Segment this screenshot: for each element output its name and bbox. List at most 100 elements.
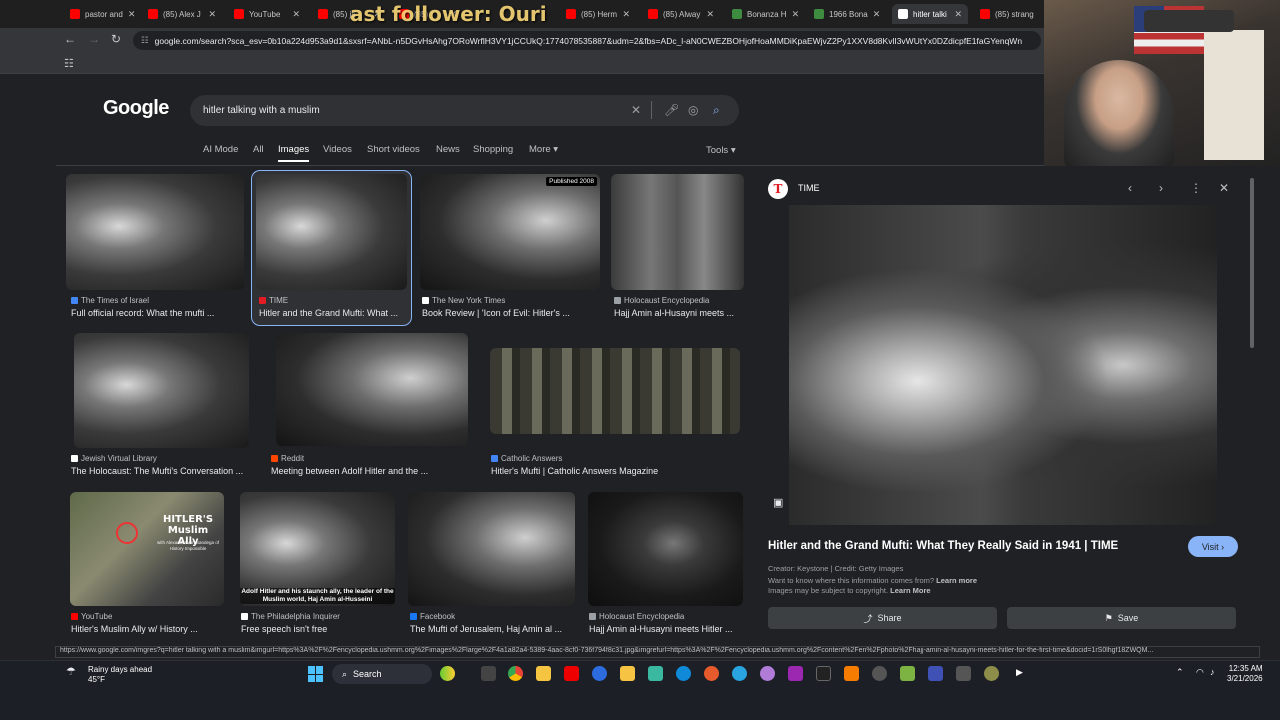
result-caption[interactable]: Hajj Amin al-Husayni meets Hitler ... [589, 624, 741, 634]
save-button[interactable]: ⚑ Save [1007, 607, 1236, 629]
preview-source-name[interactable]: TIME [798, 183, 820, 193]
more-options-icon[interactable]: ⋮ [1190, 181, 1202, 195]
app-icon[interactable] [844, 666, 859, 681]
volume-icon[interactable]: ♪ [1210, 667, 1215, 677]
app-icon[interactable] [956, 666, 971, 681]
tools-button[interactable]: Tools ▾ [706, 145, 736, 156]
previous-icon[interactable]: ‹ [1128, 181, 1132, 195]
chrome-icon[interactable] [508, 666, 523, 681]
preview-title[interactable]: Hitler and the Grand Mufti: What They Re… [768, 540, 1118, 552]
app-icon[interactable] [984, 666, 999, 681]
search-box[interactable]: hitler talking with a muslim ✕ 🎤︎ ◎ ⌕ [190, 95, 739, 126]
apps-grid-icon[interactable]: ☷ [64, 57, 74, 70]
image-result[interactable]: Facebook The Mufti of Jerusalem, Haj Ami… [408, 492, 576, 636]
tab-close-icon[interactable]: ✕ [1039, 9, 1040, 20]
wifi-icon[interactable]: ◠ [1196, 667, 1204, 678]
address-bar[interactable]: ☷ google.com/search?sca_esv=0b10a224d953… [133, 31, 1041, 50]
result-caption[interactable]: Hitler's Mufti | Catholic Answers Magazi… [491, 466, 741, 476]
tab-close-icon[interactable]: ✕ [128, 9, 136, 20]
app-icon[interactable] [732, 666, 747, 681]
next-icon[interactable]: › [1159, 181, 1163, 195]
preview-image[interactable] [789, 205, 1217, 525]
tab-close-icon[interactable]: ✕ [706, 9, 714, 20]
result-thumbnail[interactable]: HITLER'S Muslim Ally with Alexander von … [70, 492, 224, 606]
messenger-icon[interactable] [592, 666, 607, 681]
result-thumbnail[interactable] [66, 174, 244, 290]
image-result-selected[interactable]: TIME Hitler and the Grand Mufti: What ..… [251, 170, 412, 326]
weather-widget[interactable]: Rainy days ahead 45°F [88, 665, 152, 685]
tray-chevron-icon[interactable]: ⌃ [1176, 667, 1184, 678]
image-result[interactable]: Jewish Virtual Library The Holocaust: Th… [70, 333, 252, 478]
result-thumbnail[interactable] [490, 348, 740, 434]
result-caption[interactable]: Book Review | 'Icon of Evil: Hitler's ..… [422, 308, 600, 318]
learn-more-link[interactable]: Learn more [936, 576, 977, 585]
start-button[interactable] [308, 666, 324, 682]
browser-tab[interactable]: (85) strang ✕ [974, 4, 1040, 24]
copyright-learn-more-link[interactable]: Learn More [890, 586, 930, 595]
reload-icon[interactable]: ↻ [111, 32, 121, 46]
filter-short-videos[interactable]: Short videos [367, 144, 420, 155]
tab-close-icon[interactable]: ✕ [873, 9, 881, 20]
result-caption[interactable]: Meeting between Adolf Hitler and the ... [271, 466, 466, 476]
image-result[interactable]: The Times of Israel Full official record… [66, 174, 246, 322]
file-explorer-icon[interactable] [536, 666, 551, 681]
search-icon[interactable]: ⌕ [713, 103, 720, 118]
result-caption[interactable]: Free speech isn't free [241, 624, 395, 634]
filter-all[interactable]: All [253, 144, 264, 155]
result-caption[interactable]: Hitler and the Grand Mufti: What ... [259, 308, 407, 318]
app-icon[interactable] [928, 666, 943, 681]
app-icon[interactable] [648, 666, 663, 681]
terminal-icon[interactable] [816, 666, 831, 681]
filter-videos[interactable]: Videos [323, 144, 352, 155]
image-result[interactable]: Holocaust Encyclopedia Hajj Amin al-Husa… [611, 174, 745, 322]
result-thumbnail[interactable] [74, 333, 249, 448]
browser-tab[interactable]: pastor and ✕ [64, 4, 136, 24]
google-logo[interactable]: Google [103, 97, 169, 120]
clear-icon[interactable]: ✕ [631, 103, 641, 117]
source-logo[interactable]: T [768, 179, 788, 199]
image-result[interactable]: HITLER'S Muslim Ally with Alexander von … [70, 492, 226, 636]
scrollbar-thumb[interactable] [1250, 178, 1254, 348]
task-view-icon[interactable] [481, 666, 496, 681]
browser-tab[interactable]: YouTube ✕ [228, 4, 306, 24]
tab-close-icon[interactable]: ✕ [622, 9, 630, 20]
back-icon[interactable]: ← [64, 32, 76, 46]
forward-icon[interactable]: → [88, 32, 100, 46]
result-thumbnail[interactable] [408, 492, 575, 606]
filter-images[interactable]: Images [278, 144, 310, 162]
result-thumbnail[interactable]: Published 2008 [420, 174, 600, 290]
result-caption[interactable]: The Holocaust: The Mufti's Conversation … [71, 466, 251, 476]
image-result[interactable]: Holocaust Encyclopedia Hajj Amin al-Husa… [588, 492, 744, 636]
youtube-icon[interactable] [564, 666, 579, 681]
firefox-icon[interactable] [704, 666, 719, 681]
tab-close-icon[interactable]: ✕ [954, 9, 962, 20]
lens-icon[interactable]: ◎ [688, 103, 698, 117]
image-result[interactable]: Reddit Meeting between Adolf Hitler and … [270, 333, 470, 478]
browser-tab[interactable]: hitler talki ✕ [892, 4, 968, 24]
weather-icon[interactable]: ☂ [66, 665, 76, 678]
system-clock[interactable]: 12:35 AM 3/21/2026 [1227, 664, 1263, 684]
voice-search-icon[interactable]: 🎤︎ [664, 103, 679, 117]
search-input[interactable]: hitler talking with a muslim [203, 105, 320, 116]
browser-tab[interactable]: (85) Alway ✕ [642, 4, 720, 24]
app-icon[interactable] [872, 666, 887, 681]
app-icon[interactable] [788, 666, 803, 681]
visit-button[interactable]: Visit › [1188, 536, 1238, 557]
browser-tab[interactable]: 1966 Bona ✕ [808, 4, 886, 24]
lens-search-icon[interactable]: ▣ [773, 496, 787, 510]
image-result[interactable]: Adolf Hitler and his staunch ally, the l… [240, 492, 396, 636]
filter-more[interactable]: More ▾ [529, 144, 558, 155]
result-thumbnail[interactable] [256, 174, 407, 290]
result-caption[interactable]: Hitler's Muslim Ally w/ History ... [71, 624, 225, 634]
taskbar-search[interactable]: ⌕ Search [332, 664, 432, 684]
app-icon[interactable] [900, 666, 915, 681]
app-icon[interactable] [760, 666, 775, 681]
filter-news[interactable]: News [436, 144, 460, 155]
result-caption[interactable]: Full official record: What the mufti ... [71, 308, 243, 318]
store-icon[interactable] [620, 666, 635, 681]
edge-icon[interactable] [676, 666, 691, 681]
result-thumbnail[interactable] [611, 174, 744, 290]
tab-close-icon[interactable]: ✕ [292, 9, 300, 20]
share-button[interactable]: ⤴ Share [768, 607, 997, 629]
result-caption[interactable]: The Mufti of Jerusalem, Haj Amin al ... [410, 624, 576, 634]
